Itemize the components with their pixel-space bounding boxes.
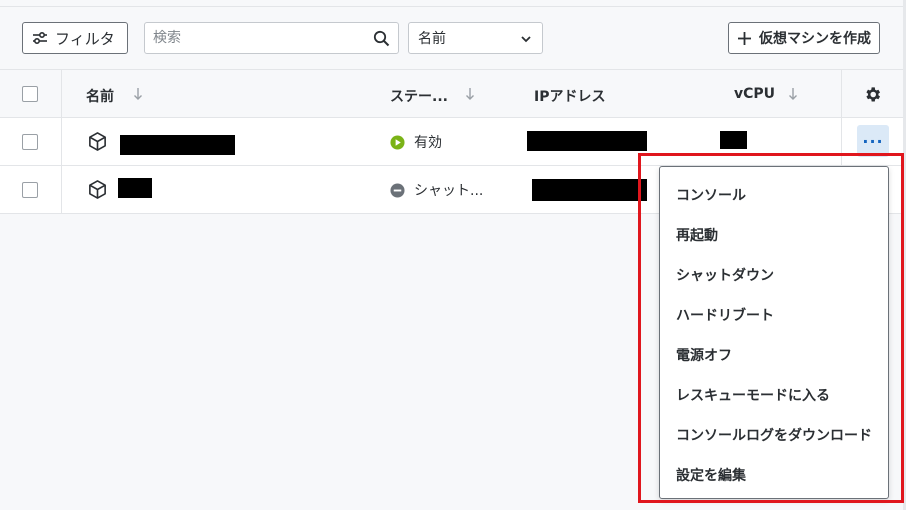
column-header-status[interactable]: ステー... [390,86,448,106]
search-box[interactable] [144,22,399,54]
menu-item-edit-settings[interactable]: 設定を編集 [660,455,888,495]
menu-item-shutdown[interactable]: シャットダウン [660,255,888,295]
menu-item-power-off[interactable]: 電源オフ [660,335,888,375]
chevron-down-icon [521,36,531,43]
redacted-vm-name [120,135,235,155]
filter-button[interactable]: フィルタ [22,22,128,54]
column-divider [61,166,62,213]
plus-icon [738,31,751,45]
select-all-checkbox[interactable] [22,86,38,102]
cube-icon [89,180,106,199]
table-row[interactable]: 有効 ... [0,118,903,166]
arrow-down-icon[interactable] [132,87,144,101]
sliders-icon [33,31,47,45]
table-header: 名前 ステー... IPアドレス vCPU [0,69,903,118]
sort-select[interactable]: 名前 [408,22,543,54]
redacted-ip-address [527,131,647,151]
column-header-name[interactable]: 名前 [86,86,114,106]
column-divider [61,118,62,165]
status-label: シャット... [414,183,484,199]
search-icon[interactable] [373,30,390,47]
cube-icon [89,132,106,151]
status-shutoff: シャット... [390,180,483,200]
column-divider [841,70,842,117]
redacted-vm-name [118,178,152,198]
redacted-vcpu [720,131,747,149]
menu-item-rescue-mode[interactable]: レスキューモードに入る [660,375,888,415]
column-divider [61,70,62,117]
status-active: 有効 [390,132,442,152]
menu-item-hard-reboot[interactable]: ハードリブート [660,295,888,335]
redacted-ip-address [532,179,647,201]
arrow-down-icon[interactable] [787,87,799,101]
gear-icon[interactable] [863,85,882,104]
row-checkbox[interactable] [22,182,38,198]
play-circle-icon [390,134,405,150]
status-label: 有効 [414,135,442,151]
menu-item-reboot[interactable]: 再起動 [660,215,888,255]
minus-circle-icon [390,182,405,198]
create-vm-button-label: 仮想マシンを作成 [759,31,871,47]
filter-button-label: フィルタ [55,29,115,48]
menu-item-download-console-log[interactable]: コンソールログをダウンロード [660,415,888,455]
row-checkbox[interactable] [22,134,38,150]
ellipsis-icon: ... [862,128,884,147]
menu-item-console[interactable]: コンソール [660,175,888,215]
row-actions-button[interactable]: ... [857,125,889,157]
column-divider [841,118,842,165]
row-actions-menu: コンソール 再起動 シャットダウン ハードリブート 電源オフ レスキューモードに… [659,166,889,499]
arrow-down-icon[interactable] [464,87,476,101]
sort-select-value: 名前 [418,31,446,47]
toolbar: フィルタ 名前 仮想マシンを作成 [0,7,903,69]
search-input[interactable] [145,23,365,53]
create-vm-button[interactable]: 仮想マシンを作成 [728,22,880,54]
column-header-vcpu[interactable]: vCPU [734,86,775,102]
column-header-ip[interactable]: IPアドレス [534,86,605,106]
